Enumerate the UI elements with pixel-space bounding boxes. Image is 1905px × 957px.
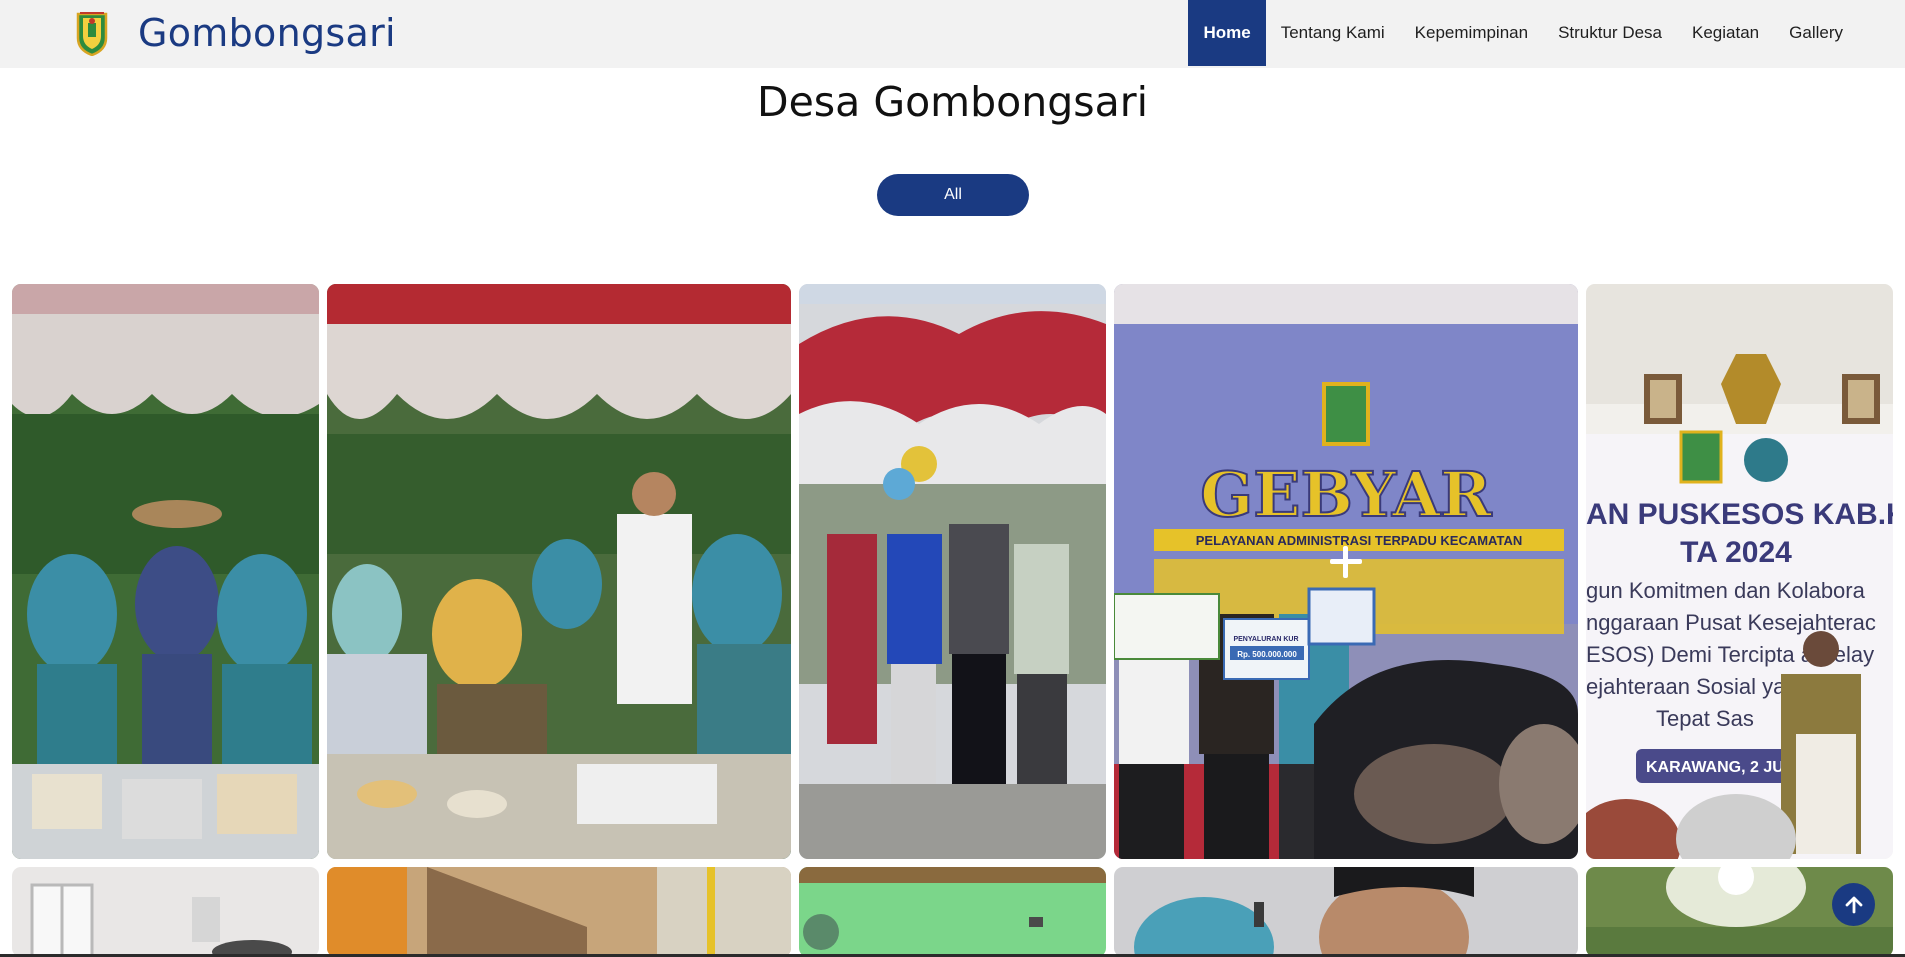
banner-text: GEBYAR bbox=[1200, 458, 1492, 531]
banner-line-3: gun Komitmen dan Kolabora bbox=[1586, 578, 1866, 603]
banner-line-7: Tepat Sas bbox=[1656, 706, 1754, 731]
arrow-up-icon bbox=[1845, 896, 1862, 913]
filter-all-button[interactable]: All bbox=[877, 174, 1029, 216]
gallery-photo-6[interactable] bbox=[12, 867, 319, 957]
banner-line-4: nggaraan Pusat Kesejahterac bbox=[1586, 610, 1876, 635]
card-amount: Rp. 500.000.000 bbox=[1237, 650, 1297, 659]
main-nav: Home Tentang Kami Kepemimpinan Struktur … bbox=[1188, 0, 1905, 66]
village-emblem-icon bbox=[76, 12, 108, 56]
gallery-image bbox=[799, 867, 1106, 957]
brand-name: Gombongsari bbox=[138, 11, 396, 55]
gallery-image bbox=[327, 284, 791, 859]
nav-item-kepemimpinan[interactable]: Kepemimpinan bbox=[1400, 0, 1543, 66]
navbar: Gombongsari Home Tentang Kami Kepemimpin… bbox=[0, 0, 1905, 68]
gallery-photo-2[interactable] bbox=[327, 284, 791, 859]
gallery-photo-3[interactable] bbox=[799, 284, 1106, 859]
gallery-image bbox=[327, 867, 791, 957]
gallery-image: AN PUSKESOS KAB.KA TA 2024 gun Komitmen … bbox=[1586, 284, 1893, 859]
nav-item-struktur-desa[interactable]: Struktur Desa bbox=[1543, 0, 1677, 66]
nav-item-home[interactable]: Home bbox=[1188, 0, 1266, 66]
nav-item-kegiatan[interactable]: Kegiatan bbox=[1677, 0, 1774, 66]
gallery-photo-5[interactable]: AN PUSKESOS KAB.KA TA 2024 gun Komitmen … bbox=[1586, 284, 1893, 859]
gallery-photo-8[interactable] bbox=[799, 867, 1106, 957]
gallery-image bbox=[799, 284, 1106, 859]
banner-line-1: AN PUSKESOS KAB.KA bbox=[1586, 498, 1893, 531]
gallery-image bbox=[12, 867, 319, 957]
card-text: PENYALURAN KUR bbox=[1233, 636, 1298, 643]
plus-icon bbox=[1330, 545, 1362, 578]
page-title: Desa Gombongsari bbox=[757, 78, 1148, 126]
gallery-photo-9[interactable] bbox=[1114, 867, 1578, 957]
gallery-image bbox=[1114, 867, 1578, 957]
gallery-image bbox=[12, 284, 319, 859]
gallery-photo-4[interactable]: GEBYAR PELAYANAN ADMINISTRASI TERPADU KE… bbox=[1114, 284, 1578, 859]
banner-line-2: TA 2024 bbox=[1680, 536, 1792, 569]
gallery-photo-7[interactable] bbox=[327, 867, 791, 957]
nav-item-gallery[interactable]: Gallery bbox=[1774, 0, 1905, 66]
gallery-photo-1[interactable] bbox=[12, 284, 319, 859]
nav-item-tentang-kami[interactable]: Tentang Kami bbox=[1266, 0, 1400, 66]
brand[interactable]: Gombongsari bbox=[75, 10, 396, 56]
banner-date: KARAWANG, 2 JU bbox=[1646, 759, 1784, 776]
scroll-to-top-button[interactable] bbox=[1832, 883, 1875, 926]
